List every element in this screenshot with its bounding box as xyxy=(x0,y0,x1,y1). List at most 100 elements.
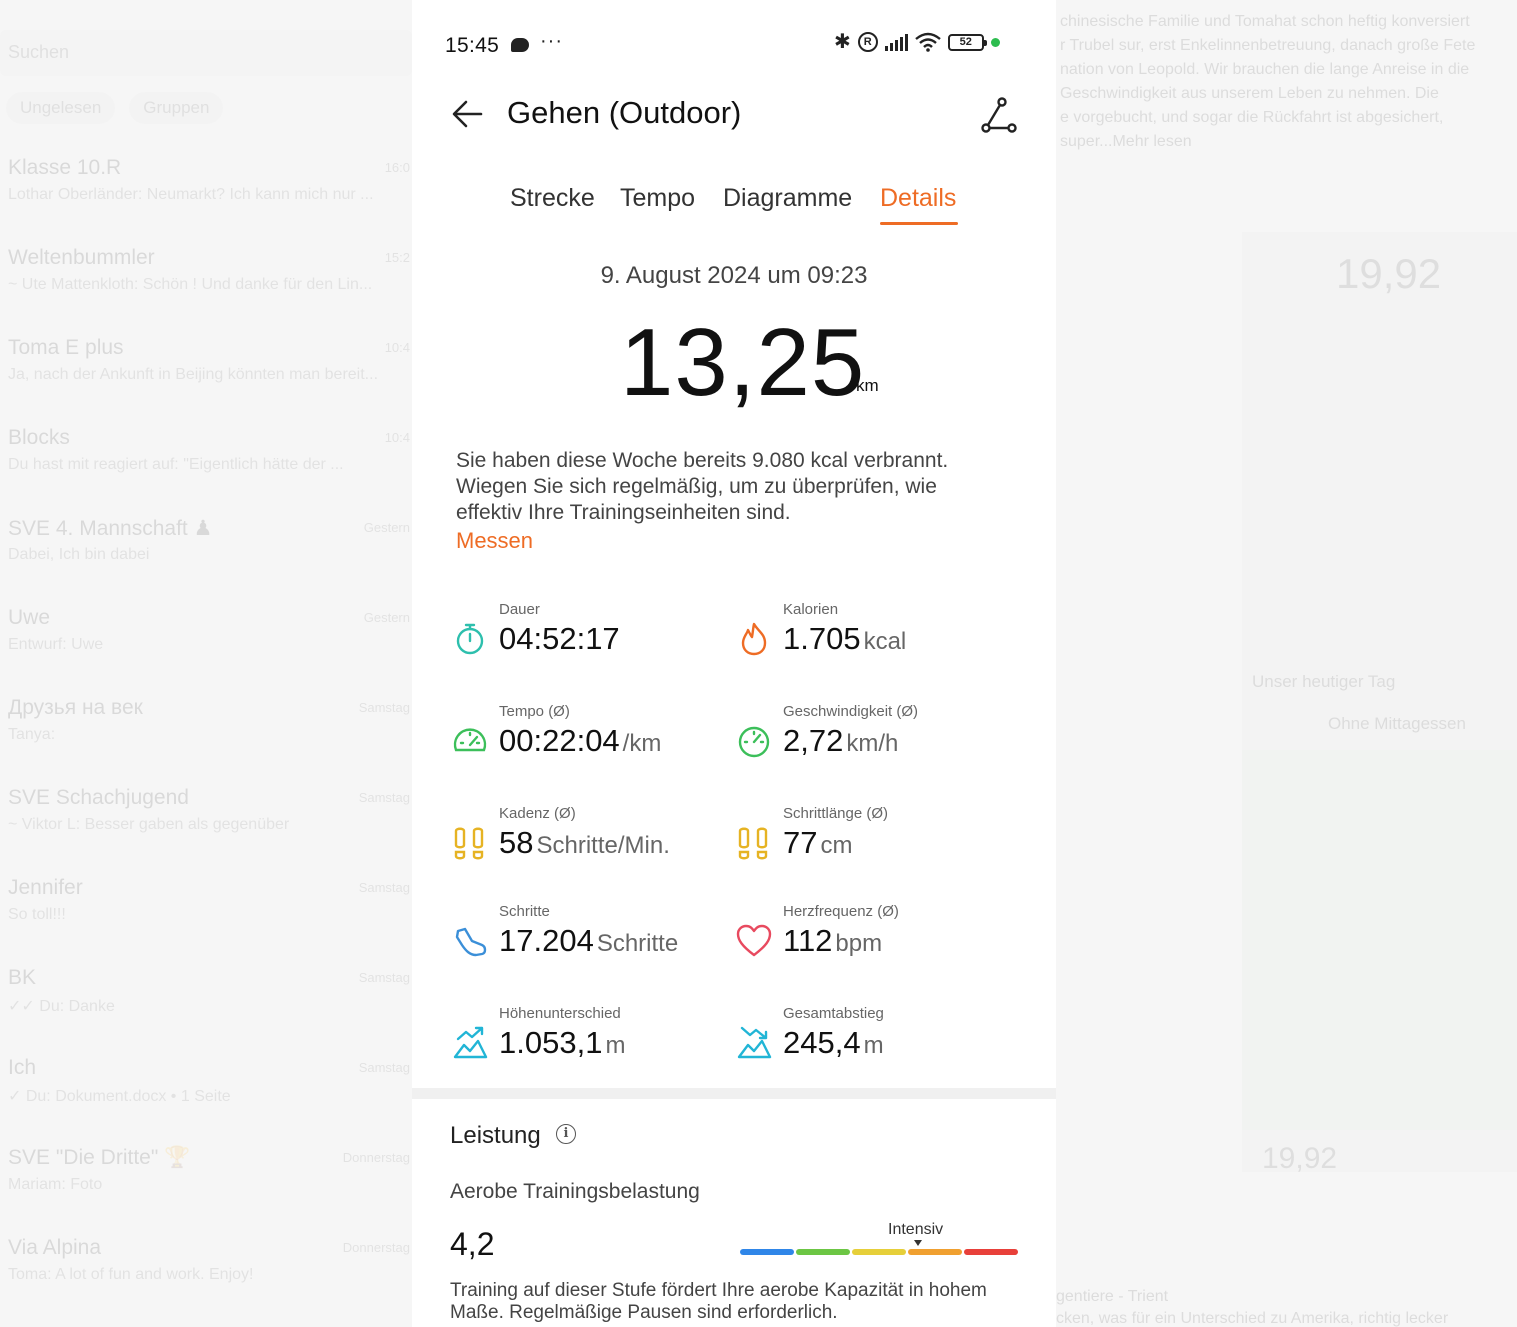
wifi-icon xyxy=(914,32,941,52)
training-description-line: Training auf dieser Stufe fördert Ihre a… xyxy=(450,1280,987,1301)
tab-tempo[interactable]: Tempo xyxy=(620,184,695,213)
background-chat-time: Donnerstag xyxy=(342,1240,410,1255)
background-chat-time: Samstag xyxy=(358,1060,410,1075)
background-message-line: chinesische Familie und Tomahat schon he… xyxy=(1060,13,1470,30)
background-chip: Gruppen xyxy=(129,92,224,124)
background-chat-name: Via Alpina xyxy=(8,1236,102,1259)
footprints-icon xyxy=(738,827,768,860)
metric-value: 77 xyxy=(783,825,818,860)
background-chat-row: Blocks 10:4 Du hast mit reagiert auf: "Eig… xyxy=(0,426,412,516)
metric-value: 1.705 xyxy=(783,621,861,656)
metric-duration: Dauer 04:52:17 xyxy=(452,601,732,681)
background-chat-preview: ~ Viktor L: Besser gaben als gegenüber xyxy=(8,816,290,833)
background-chips: Ungelesen Gruppen xyxy=(6,92,224,124)
background-chat-time: Samstag xyxy=(358,880,410,895)
background-chat-preview: Lothar Oberländer: Neumarkt? Ich kann mi… xyxy=(8,186,374,203)
background-message-line: nation von Leopold. Wir brauchen die lan… xyxy=(1060,61,1470,78)
background-chat-list: Suchen Ungelesen Gruppen Klasse 10.R 16:0… xyxy=(0,0,412,1327)
metric-unit: kcal xyxy=(863,628,907,655)
info-icon[interactable]: i xyxy=(556,1124,576,1144)
intensity-scale xyxy=(740,1249,1018,1255)
metric-value: 04:52:17 xyxy=(499,621,620,656)
background-chat-row: Ich Samstag ✓ Du: Dokument.docx • 1 Seite xyxy=(0,1056,412,1146)
metric-unit: Schritte/Min. xyxy=(536,832,670,859)
background-chat-time: Gestern xyxy=(363,520,410,535)
background-chat-name: Друзья на век xyxy=(8,696,143,719)
background-chat-preview: ~ Ute Mattenkloth: Schön ! Und danke für… xyxy=(8,276,373,293)
heart-icon xyxy=(736,924,772,957)
status-dot xyxy=(990,37,1000,47)
metric-value-row: 245,4 m xyxy=(783,1025,884,1061)
screen: Suchen Ungelesen Gruppen Klasse 10.R 16:0… xyxy=(0,0,1517,1327)
signal-icon xyxy=(884,33,908,51)
route-button[interactable] xyxy=(978,94,1020,136)
metric-value-row: 00:22:04/km xyxy=(499,723,661,759)
registered-icon: R xyxy=(857,32,878,52)
elevation-down-icon xyxy=(737,1026,772,1059)
metric-stride-length: Schrittlänge (Ø) 77 cm xyxy=(736,805,1016,885)
measure-link[interactable]: Messen xyxy=(456,528,533,554)
background-chat-row: Toma E plus 10:4 Ja, nach der Ankunft in B… xyxy=(0,336,412,426)
background-chat-time: Samstag xyxy=(358,790,410,805)
scale-segment xyxy=(852,1249,906,1255)
calorie-info-line: Sie haben diese Woche bereits 9.080 kcal… xyxy=(456,449,949,472)
background-chat-name: Blocks xyxy=(8,426,70,449)
footprints-icon xyxy=(454,827,484,860)
metric-value: 00:22:04 xyxy=(499,723,620,758)
workout-details-screen: 15:45 ··· ✱ R 52 Gehen (Outdoor) Strecke… xyxy=(412,0,1056,1327)
tab-diagramme[interactable]: Diagramme xyxy=(723,184,852,213)
background-chat-row: Weltenbummler 15:2 ~ Ute Mattenkloth: Schö… xyxy=(0,246,412,336)
metric-label: Kalorien xyxy=(783,601,839,618)
status-time: 15:45 xyxy=(445,34,500,57)
metric-value-row: 17.204 Schritte xyxy=(499,923,678,959)
scale-segment xyxy=(908,1249,962,1255)
background-bottom-line: cken, was für ein Unterschied zu Amerika… xyxy=(1056,1310,1449,1327)
background-chat-name: Ich xyxy=(8,1056,37,1079)
background-chat-row: Jennifer Samstag So toll!!! xyxy=(0,876,412,966)
back-button[interactable] xyxy=(448,94,488,134)
app-header: Gehen (Outdoor) xyxy=(412,86,1056,142)
background-chat-name: Toma E plus xyxy=(8,336,124,359)
metric-unit: cm xyxy=(820,832,853,859)
stopwatch-icon xyxy=(456,623,484,655)
background-chat-name: Weltenbummler xyxy=(8,246,155,269)
tab-strecke[interactable]: Strecke xyxy=(510,184,595,213)
metric-value: 17.204 xyxy=(499,923,594,958)
metric-value: 245,4 xyxy=(783,1025,861,1060)
background-chat-preview: Ja, nach der Ankunft in Beijing könnten … xyxy=(8,366,379,383)
background-chat-preview: Entwurf: Uwe xyxy=(8,636,104,653)
status-icons: ✱ R 52 xyxy=(834,32,1000,52)
background-search: Suchen xyxy=(0,30,412,76)
aerobic-load-value: 4,2 xyxy=(450,1226,495,1262)
metric-value-row: 2,72 km/h xyxy=(783,723,898,759)
calorie-info-line: Wiegen Sie sich regelmäßig, um zu überpr… xyxy=(456,475,937,498)
intensity-marker-icon xyxy=(914,1240,922,1246)
metric-value-row: 1.053,1 m xyxy=(499,1025,625,1061)
metric-label: Schrittlänge (Ø) xyxy=(783,805,889,822)
metric-pace: Tempo (Ø) 00:22:04/km xyxy=(452,703,732,783)
metric-unit: Schritte xyxy=(596,930,679,957)
background-map xyxy=(1242,750,1517,1130)
metric-unit: /km xyxy=(622,730,662,757)
shoe-icon xyxy=(455,927,487,957)
metric-total-descent: Gesamtabstieg 245,4 m xyxy=(736,1005,1016,1085)
tab-bar: Strecke Tempo Diagramme Details xyxy=(412,184,1056,234)
metric-label: Kadenz (Ø) xyxy=(499,805,576,822)
metric-speed: Geschwindigkeit (Ø) 2,72 km/h xyxy=(736,703,1016,783)
background-chat-time: Samstag xyxy=(358,700,410,715)
background-chat-row: SVE "Die Dritte" 🏆 Donnerstag Mariam: Foto xyxy=(0,1146,412,1236)
background-big-value: 19,92 xyxy=(1336,250,1442,297)
background-chat-name: Klasse 10.R xyxy=(8,156,122,179)
background-chat-name: Uwe xyxy=(8,606,51,629)
training-description: Training auf dieser Stufe fördert Ihre a… xyxy=(450,1280,1040,1324)
background-chat-time: Samstag xyxy=(358,970,410,985)
tab-details[interactable]: Details xyxy=(880,184,956,213)
metric-value: 2,72 xyxy=(783,723,844,758)
metric-value-row: 58 Schritte/Min. xyxy=(499,825,670,861)
metric-cadence: Kadenz (Ø) 58 Schritte/Min. xyxy=(452,805,732,885)
elevation-up-icon xyxy=(453,1026,488,1059)
background-caption: Unser heutiger Tag xyxy=(1252,672,1396,691)
gauge-icon xyxy=(738,726,770,758)
background-bottom-text: gentiere - Trient cken, was für ein Unte… xyxy=(1056,1286,1511,1327)
background-chat-row: SVE Schachjugend Samstag ~ Viktor L: Besse… xyxy=(0,786,412,876)
